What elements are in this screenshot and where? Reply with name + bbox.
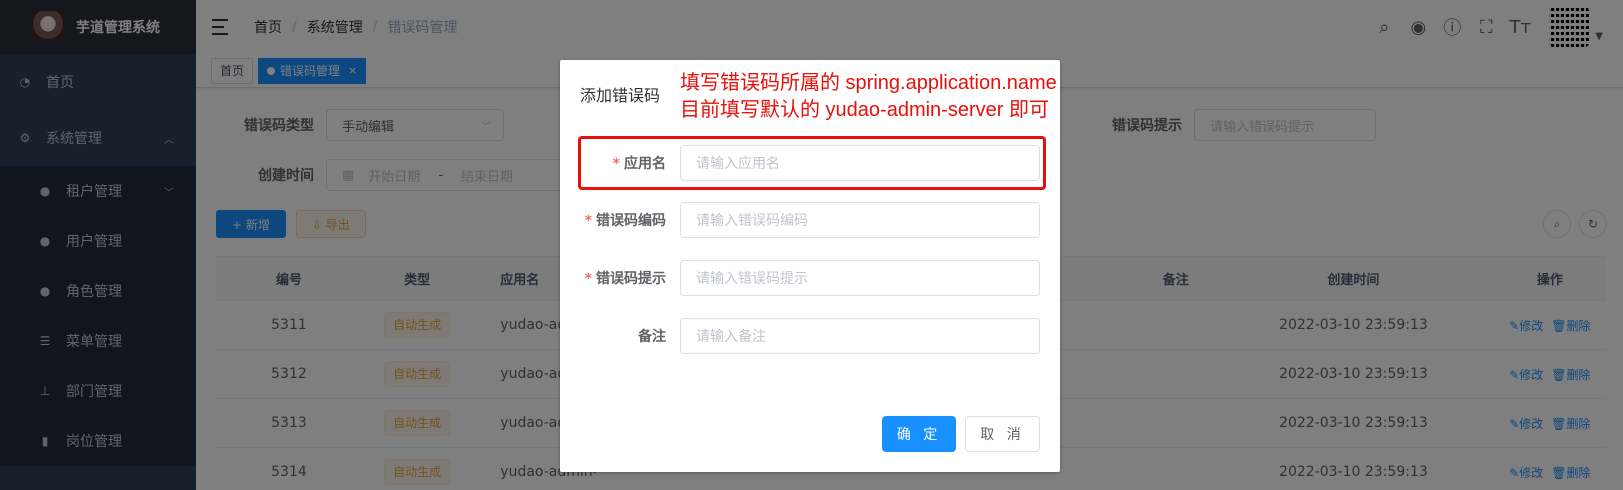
annotation-text: 填写错误码所属的 spring.application.name 目前填写默认的…: [680, 72, 1057, 121]
remark-input[interactable]: 请输入备注: [680, 318, 1040, 354]
code-label: * 错误码编码: [584, 213, 666, 229]
code-input[interactable]: 请输入错误码编码: [680, 202, 1040, 238]
dialog-title: 添加错误码: [580, 86, 661, 105]
remark-label: 备注: [638, 329, 666, 345]
cancel-button[interactable]: 取 消: [965, 416, 1040, 452]
message-input[interactable]: 请输入错误码提示: [680, 260, 1040, 296]
form-item-message: * 错误码提示 请输入错误码提示: [560, 260, 1060, 296]
form-item-code: * 错误码编码 请输入错误码编码: [560, 202, 1060, 238]
add-error-code-dialog: 添加错误码 填写错误码所属的 spring.application.name 目…: [560, 60, 1060, 472]
annotation-highlight-box: [578, 136, 1046, 190]
message-label: * 错误码提示: [584, 271, 666, 287]
confirm-button[interactable]: 确 定: [882, 416, 956, 452]
form-item-remark: 备注 请输入备注: [560, 318, 1060, 354]
